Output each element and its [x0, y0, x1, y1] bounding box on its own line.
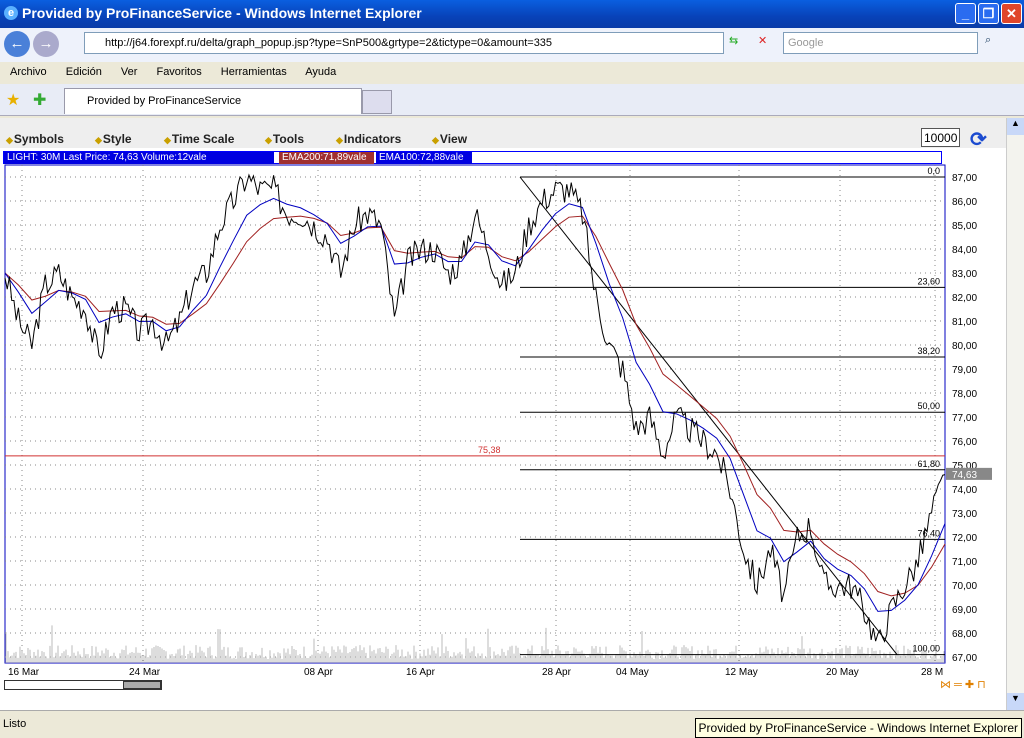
y-tick-label: 74,00 — [952, 485, 977, 496]
x-tick-label: 08 Apr — [304, 667, 334, 678]
x-tick-label: 20 May — [826, 667, 859, 678]
fib-level-label: 0,0 — [927, 166, 940, 176]
tab-bar: ★ ✚ Provided by ProFinanceService — [0, 84, 1024, 116]
y-tick-label: 86,00 — [952, 197, 977, 208]
y-tick-label: 69,00 — [952, 605, 977, 616]
scroll-down-icon[interactable]: ▼ — [1007, 693, 1024, 710]
y-tick-label: 76,00 — [952, 437, 977, 448]
x-tick-label: 04 May — [616, 667, 649, 678]
maximize-button[interactable]: ❐ — [978, 3, 999, 24]
menu-bar: Archivo Edición Ver Favoritos Herramient… — [0, 62, 1024, 84]
y-tick-label: 70,00 — [952, 581, 977, 592]
fib-level-label: 100,00 — [912, 644, 940, 654]
new-tab-button[interactable] — [362, 90, 392, 114]
x-tick-label: 28 M — [921, 667, 943, 678]
status-text: Listo — [3, 718, 27, 730]
chart-zoom-controls-icon[interactable]: ⋈ ═ ✚ ⊓ — [940, 678, 986, 691]
y-tick-label: 83,00 — [952, 269, 977, 280]
back-icon[interactable]: ← — [4, 31, 30, 57]
search-icon[interactable]: ⌕ — [985, 34, 991, 47]
fib-level-label: 23,60 — [917, 276, 940, 286]
x-tick-label: 16 Apr — [406, 667, 436, 678]
tab-profinance[interactable]: Provided by ProFinanceService — [64, 88, 362, 114]
y-tick-label: 78,00 — [952, 389, 977, 400]
window-title: Provided by ProFinanceService - Windows … — [22, 5, 422, 21]
menu-edicion[interactable]: Edición — [66, 66, 102, 78]
tooltip: Provided by ProFinanceService - Windows … — [694, 718, 1022, 738]
plot-area — [4, 164, 946, 664]
y-tick-label: 68,00 — [952, 629, 977, 640]
scroll-up-icon[interactable]: ▲ — [1007, 118, 1024, 135]
menu-ayuda[interactable]: Ayuda — [305, 66, 336, 78]
title-bar: e Provided by ProFinanceService - Window… — [0, 0, 1024, 28]
stop-icon[interactable]: ✕ — [758, 34, 767, 47]
y-tick-label: 77,00 — [952, 413, 977, 424]
forward-icon[interactable]: → — [33, 31, 59, 57]
time-scrollbar[interactable] — [4, 680, 162, 690]
x-tick-label: 24 Mar — [129, 667, 161, 678]
y-tick-label: 81,00 — [952, 317, 977, 328]
chart-app: ◆Symbols ◆Style ◆Time Scale ◆Tools ◆Indi… — [0, 118, 1006, 710]
time-scrollbar-thumb[interactable] — [123, 681, 161, 689]
menu-ver[interactable]: Ver — [121, 66, 138, 78]
status-bar: Listo Provided by ProFinanceService - Wi… — [0, 710, 1024, 738]
x-tick-label: 12 May — [725, 667, 758, 678]
y-tick-label: 67,00 — [952, 653, 977, 664]
y-tick-label: 79,00 — [952, 365, 977, 376]
refresh-page-icon[interactable]: ⇆ — [729, 34, 738, 47]
favorites-star-icon[interactable]: ★ — [6, 90, 20, 110]
address-bar: ← → http://j64.forexpf.ru/delta/graph_po… — [0, 28, 1024, 62]
last-price-label: 74,63 — [952, 470, 977, 481]
fib-level-label: 76,40 — [917, 528, 940, 538]
menu-herramientas[interactable]: Herramientas — [221, 66, 287, 78]
y-tick-label: 85,00 — [952, 221, 977, 232]
fib-level-label: 61,80 — [917, 459, 940, 469]
y-tick-label: 87,00 — [952, 173, 977, 184]
y-tick-label: 84,00 — [952, 245, 977, 256]
y-tick-label: 71,00 — [952, 557, 977, 568]
menu-favoritos[interactable]: Favoritos — [156, 66, 201, 78]
fib-level-label: 38,20 — [917, 346, 940, 356]
search-input[interactable]: Google — [783, 32, 978, 54]
url-input[interactable]: http://j64.forexpf.ru/delta/graph_popup.… — [84, 32, 724, 54]
x-tick-label: 16 Mar — [8, 667, 40, 678]
add-favorite-icon[interactable]: ✚ — [33, 90, 46, 110]
page-scrollbar[interactable]: ▲ ▼ — [1006, 118, 1024, 710]
y-tick-label: 73,00 — [952, 509, 977, 520]
y-tick-label: 72,00 — [952, 533, 977, 544]
close-button[interactable]: ✕ — [1001, 3, 1022, 24]
ie-logo-icon: e — [4, 6, 18, 20]
y-tick-label: 80,00 — [952, 341, 977, 352]
resistance-label: 75,38 — [478, 445, 501, 455]
minimize-button[interactable]: _ — [955, 3, 976, 24]
y-tick-label: 82,00 — [952, 293, 977, 304]
menu-archivo[interactable]: Archivo — [10, 66, 47, 78]
fib-level-label: 50,00 — [917, 401, 940, 411]
x-tick-label: 28 Apr — [542, 667, 572, 678]
price-chart[interactable]: 87,00 86,00 85,00 84,00 83,00 82,00 81,00 80,00… — [0, 118, 1006, 710]
